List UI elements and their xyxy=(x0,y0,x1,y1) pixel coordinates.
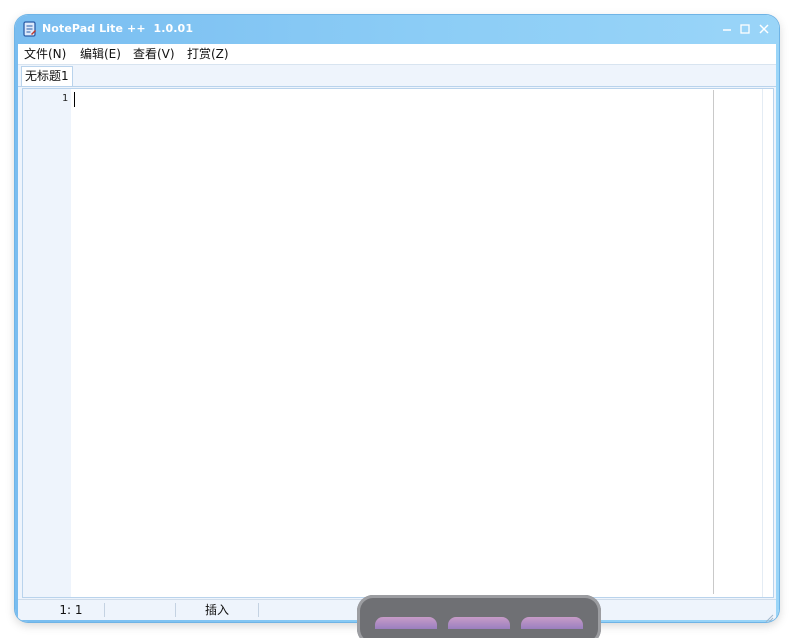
app-window: NotePad Lite ++ 1.0.01 文件(N) 编辑(E) 查看(V)… xyxy=(15,15,779,622)
tab-bar: 无标题1 xyxy=(18,65,776,87)
menu-bar: 文件(N) 编辑(E) 查看(V) 打赏(Z) xyxy=(18,44,776,65)
line-number: 1 xyxy=(61,93,68,104)
desktop: NotePad Lite ++ 1.0.01 文件(N) 编辑(E) 查看(V)… xyxy=(0,0,795,638)
minimize-icon xyxy=(723,29,731,31)
dock-item[interactable] xyxy=(521,617,583,629)
resize-grip-icon[interactable] xyxy=(764,608,774,622)
dock-item[interactable] xyxy=(375,617,437,629)
editor: 1 xyxy=(22,88,774,598)
tab-untitled-1[interactable]: 无标题1 xyxy=(21,66,73,86)
close-icon xyxy=(759,24,769,34)
taskbar-dock xyxy=(357,595,601,638)
status-separator xyxy=(258,603,259,617)
status-cursor-position: 1: 1 xyxy=(59,603,83,617)
client-area: 文件(N) 编辑(E) 查看(V) 打赏(Z) 无标题1 1 1: 1 插入 xyxy=(18,44,776,622)
vertical-scrollbar[interactable] xyxy=(762,89,773,597)
menu-view[interactable]: 查看(V) xyxy=(133,46,175,63)
menu-file[interactable]: 文件(N) xyxy=(24,46,66,63)
menu-edit[interactable]: 编辑(E) xyxy=(80,46,121,63)
menu-donate[interactable]: 打赏(Z) xyxy=(187,46,229,63)
notepad-icon xyxy=(23,21,37,37)
minimize-button[interactable] xyxy=(719,21,735,37)
status-insert-mode: 插入 xyxy=(204,603,229,617)
edge-column-marker xyxy=(713,90,714,594)
status-empty-cell xyxy=(105,600,175,620)
line-number-gutter: 1 xyxy=(23,89,71,597)
title-bar[interactable]: NotePad Lite ++ 1.0.01 xyxy=(15,15,779,44)
window-title: NotePad Lite ++ 1.0.01 xyxy=(42,22,194,35)
close-button[interactable] xyxy=(756,21,772,37)
text-caret xyxy=(74,92,75,107)
maximize-button[interactable] xyxy=(737,21,753,37)
maximize-icon xyxy=(740,24,750,34)
editor-text-area[interactable] xyxy=(71,89,713,597)
dock-item[interactable] xyxy=(448,617,510,629)
